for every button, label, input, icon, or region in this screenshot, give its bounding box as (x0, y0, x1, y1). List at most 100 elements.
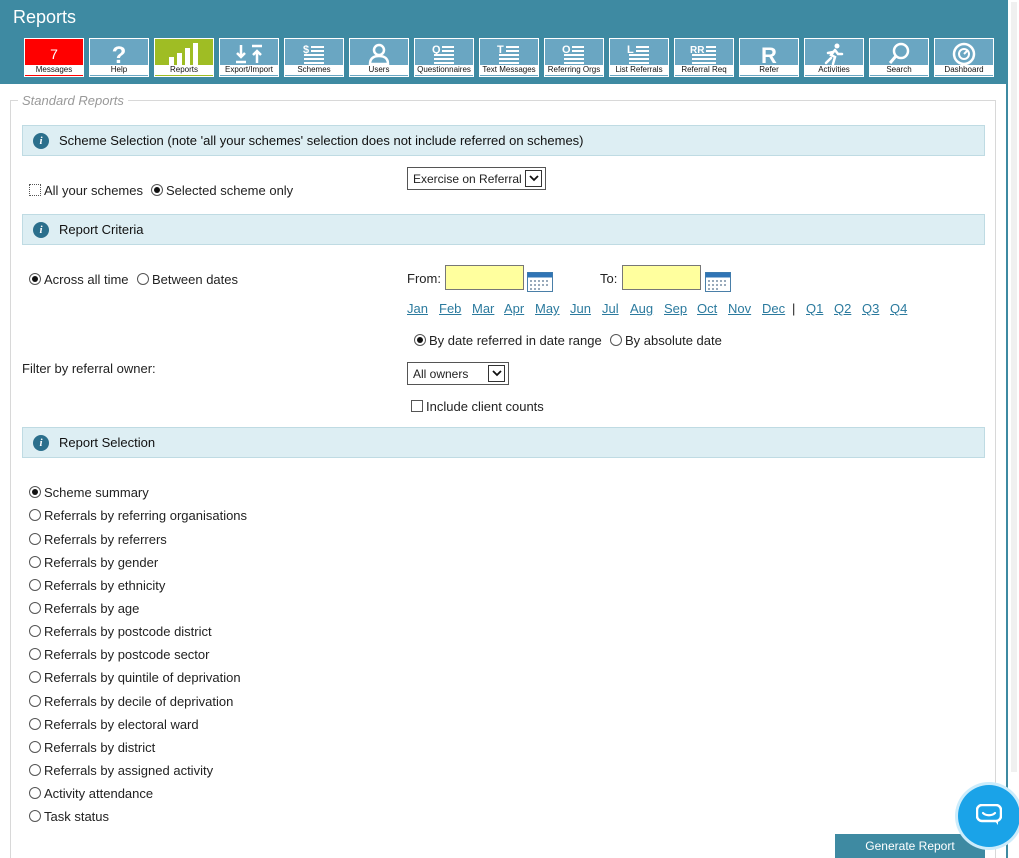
report-option-radio[interactable] (29, 764, 41, 776)
owner-select[interactable]: All owners (407, 362, 509, 385)
across-all-time-option[interactable]: Across all time (29, 272, 129, 287)
generate-report-button[interactable]: Generate Report (835, 834, 985, 858)
month-link-feb[interactable]: Feb (439, 301, 461, 316)
report-option[interactable]: Referrals by quintile of deprivation (29, 670, 241, 685)
toolbar-label: Users (350, 65, 408, 75)
report-option[interactable]: Referrals by referring organisations (29, 508, 247, 523)
report-option-radio[interactable] (29, 648, 41, 660)
report-option-radio[interactable] (29, 625, 41, 637)
from-date-input[interactable] (445, 265, 524, 290)
report-option[interactable]: Referrals by electoral ward (29, 717, 199, 732)
month-link-may[interactable]: May (535, 301, 560, 316)
across-all-time-radio[interactable] (29, 273, 41, 285)
report-option-label: Referrals by assigned activity (44, 763, 214, 778)
report-option[interactable]: Activity attendance (29, 786, 153, 801)
toolbar-users-button[interactable]: Users (349, 38, 409, 77)
report-option-radio[interactable] (29, 810, 41, 822)
chat-widget-button[interactable] (958, 785, 1019, 847)
month-link-dec[interactable]: Dec (762, 301, 785, 316)
month-link-jun[interactable]: Jun (570, 301, 591, 316)
between-dates-radio[interactable] (137, 273, 149, 285)
report-option-radio[interactable] (29, 671, 41, 683)
toolbar-referring-orgs-button[interactable]: O Referring Orgs (544, 38, 604, 77)
month-link-oct[interactable]: Oct (697, 301, 717, 316)
toolbar-referral-req-button[interactable]: RR Referral Req (674, 38, 734, 77)
all-schemes-option[interactable]: All your schemes (29, 183, 143, 198)
report-option-label: Scheme summary (44, 485, 149, 500)
report-option[interactable]: Referrals by postcode district (29, 624, 212, 639)
month-link-mar[interactable]: Mar (472, 301, 494, 316)
toolbar-search-button[interactable]: Search (869, 38, 929, 77)
report-option[interactable]: Referrals by decile of deprivation (29, 694, 233, 709)
by-absolute-date-option[interactable]: By absolute date (610, 333, 722, 348)
report-option[interactable]: Referrals by assigned activity (29, 763, 213, 778)
by-date-referred-radio[interactable] (414, 334, 426, 346)
between-dates-option[interactable]: Between dates (137, 272, 238, 287)
toolbar-text-messages-button[interactable]: T Text Messages (479, 38, 539, 77)
report-option-label: Referrals by postcode district (44, 624, 212, 639)
fieldset-legend: Standard Reports (18, 93, 128, 108)
from-label: From: (407, 271, 441, 286)
toolbar-label: List Referrals (610, 65, 668, 75)
report-option-radio[interactable] (29, 486, 41, 498)
report-option[interactable]: Scheme summary (29, 485, 149, 500)
report-option[interactable]: Referrals by referrers (29, 532, 167, 547)
report-option-radio[interactable] (29, 695, 41, 707)
toolbar-reports-button[interactable]: Reports (154, 38, 214, 77)
report-option-radio[interactable] (29, 533, 41, 545)
scrollbar[interactable] (1008, 0, 1019, 858)
report-option[interactable]: Task status (29, 809, 109, 824)
report-option-radio[interactable] (29, 718, 41, 730)
include-client-counts-checkbox[interactable] (411, 400, 423, 412)
user-icon (350, 41, 408, 67)
toolbar-messages-button[interactable]: 7 Messages (24, 38, 84, 77)
report-option-radio[interactable] (29, 787, 41, 799)
report-option-radio[interactable] (29, 602, 41, 614)
toolbar-refer-button[interactable]: R Refer (739, 38, 799, 77)
toolbar-help-button[interactable]: ? Help (89, 38, 149, 77)
toolbar-label: Messages (25, 65, 83, 75)
running-icon (805, 41, 863, 67)
toolbar-schemes-button[interactable]: $ Schemes (284, 38, 344, 77)
month-link-sep[interactable]: Sep (664, 301, 687, 316)
report-option-radio[interactable] (29, 556, 41, 568)
scheme-select[interactable]: Exercise on Referral (407, 167, 546, 190)
calendar-icon[interactable] (705, 272, 731, 292)
to-date-input[interactable] (622, 265, 701, 290)
by-absolute-date-radio[interactable] (610, 334, 622, 346)
report-option-label: Referrals by ethnicity (44, 578, 166, 593)
include-client-counts-option[interactable]: Include client counts (411, 399, 544, 414)
selected-scheme-radio[interactable] (151, 184, 163, 196)
report-option-radio[interactable] (29, 579, 41, 591)
report-option[interactable]: Referrals by district (29, 740, 155, 755)
selected-scheme-option[interactable]: Selected scheme only (151, 183, 293, 198)
toolbar-label: Reports (155, 65, 213, 75)
toolbar-questionnaires-button[interactable]: Q Questionnaires (414, 38, 474, 77)
toolbar-list-referrals-button[interactable]: L List Referrals (609, 38, 669, 77)
refer-icon: R (740, 41, 798, 67)
quarter-link-q1[interactable]: Q1 (806, 301, 823, 316)
all-schemes-checkbox[interactable] (29, 184, 41, 196)
toolbar-dashboard-button[interactable]: Dashboard (934, 38, 994, 77)
by-date-referred-option[interactable]: By date referred in date range (414, 333, 602, 348)
calendar-icon[interactable] (527, 272, 553, 292)
report-option-radio[interactable] (29, 741, 41, 753)
quarter-link-q3[interactable]: Q3 (862, 301, 879, 316)
help-icon: ? (90, 41, 148, 67)
quarter-link-q2[interactable]: Q2 (834, 301, 851, 316)
scrollbar-thumb[interactable] (1011, 2, 1017, 772)
month-link-aug[interactable]: Aug (630, 301, 653, 316)
month-link-jul[interactable]: Jul (602, 301, 619, 316)
month-link-apr[interactable]: Apr (504, 301, 524, 316)
month-link-nov[interactable]: Nov (728, 301, 751, 316)
report-option-radio[interactable] (29, 509, 41, 521)
quarter-link-q4[interactable]: Q4 (890, 301, 907, 316)
toolbar-activities-button[interactable]: Activities (804, 38, 864, 77)
toolbar-export-import-button[interactable]: Export/Import (219, 38, 279, 77)
report-option[interactable]: Referrals by ethnicity (29, 578, 165, 593)
report-option[interactable]: Referrals by age (29, 601, 139, 616)
report-option[interactable]: Referrals by postcode sector (29, 647, 209, 662)
month-link-jan[interactable]: Jan (407, 301, 428, 316)
search-icon (870, 41, 928, 67)
report-option[interactable]: Referrals by gender (29, 555, 158, 570)
